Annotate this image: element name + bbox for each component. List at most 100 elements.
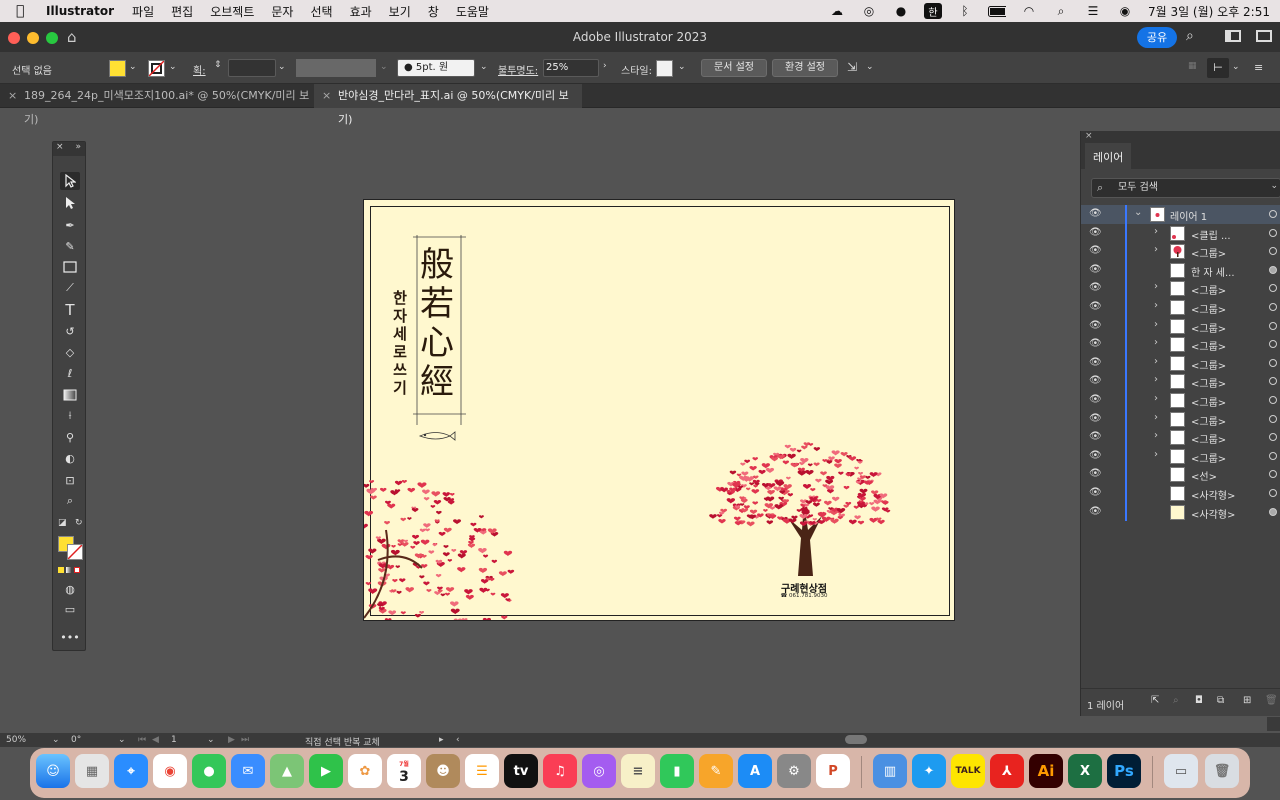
draw-mode-icon[interactable]: ◍ [60, 580, 80, 598]
layer-name[interactable]: <선> [1191, 468, 1261, 483]
file-manager-icon[interactable]: ▥ [873, 754, 907, 788]
close-tab-icon[interactable]: × [322, 84, 331, 108]
layer-row[interactable]: 👁 › <그룹> [1081, 279, 1280, 298]
reminders-icon[interactable]: ☰ [465, 754, 499, 788]
facetime-icon[interactable]: ▶ [309, 754, 343, 788]
target-circle-icon[interactable] [1269, 507, 1277, 516]
messages-status-icon[interactable]: ● [892, 4, 910, 18]
trash-icon[interactable]: 🗑 [1205, 754, 1239, 788]
launchpad-icon[interactable]: ▦ [75, 754, 109, 788]
zoom-dropdown-icon[interactable]: ⌄ [52, 735, 60, 745]
target-circle-icon[interactable] [1269, 396, 1277, 404]
layer-name[interactable]: <그룹> [1191, 394, 1261, 409]
powerpoint-viewer-icon[interactable]: P [816, 754, 850, 788]
opacity-label[interactable]: 불투명도: [498, 62, 538, 77]
visibility-eye-icon[interactable]: 👁 [1089, 245, 1102, 256]
safari-icon[interactable]: ⌖ [114, 754, 148, 788]
gradient-tool-icon[interactable] [60, 386, 80, 404]
rotation-dropdown-icon[interactable]: ⌄ [118, 735, 126, 745]
visibility-eye-icon[interactable]: 👁 [1089, 394, 1102, 405]
style-dropdown-icon[interactable]: ⌄ [678, 62, 686, 72]
menu-file[interactable]: 파일 [132, 3, 154, 20]
acrobat-icon[interactable]: ⅄ [990, 754, 1024, 788]
export-icon[interactable]: ⇱ [1151, 695, 1159, 706]
variable-width-profile[interactable] [296, 59, 376, 77]
last-artboard-icon[interactable]: ⏭ [241, 735, 249, 745]
chrome-icon[interactable]: ◉ [153, 754, 187, 788]
app-store-icon[interactable]: A [738, 754, 772, 788]
new-layer-icon[interactable]: ⊞ [1243, 695, 1251, 706]
lasso-tool-icon[interactable]: ℓ [60, 364, 80, 382]
status-menu-icon[interactable]: ▸ [439, 735, 444, 745]
cc-sync-icon[interactable]: ◎ [860, 4, 878, 18]
layer-row-top-level[interactable]: 👁 ⌄ 레이어 1 [1081, 205, 1280, 224]
excel-icon[interactable]: X [1068, 754, 1102, 788]
visibility-eye-icon[interactable]: 👁 [1089, 431, 1102, 442]
profile-dropdown-icon[interactable]: ⌄ [380, 62, 388, 72]
stroke-dropdown-icon[interactable]: ⌄ [169, 62, 177, 72]
layer-name[interactable]: <사각형> [1191, 506, 1261, 521]
layer-name[interactable]: 레이어 1 [1170, 208, 1240, 223]
layer-row[interactable]: 👁 › <그룹> [1081, 428, 1280, 447]
control-center-icon[interactable]: ☰ [1084, 4, 1102, 18]
layer-row[interactable]: 👁 › <그룹> [1081, 242, 1280, 261]
arrange-dropdown-icon[interactable]: ⌄ [866, 62, 874, 72]
stroke-weight-input[interactable] [228, 59, 276, 77]
downloads-folder-icon[interactable]: ▭ [1164, 754, 1198, 788]
menu-window[interactable]: 창 [428, 3, 439, 20]
target-circle-icon[interactable] [1269, 470, 1277, 479]
gradient-mode-icon[interactable] [66, 567, 72, 573]
visibility-eye-icon[interactable]: 👁 [1089, 375, 1102, 386]
visibility-eye-icon[interactable]: 👁 [1089, 338, 1102, 349]
stroke-weight-dropdown-icon[interactable]: ⌄ [278, 62, 286, 72]
menu-clock[interactable]: 7월 3일 (월) 오후 2:51 [1148, 3, 1270, 20]
layer-name[interactable]: <그룹> [1191, 245, 1261, 260]
visibility-eye-icon[interactable]: 👁 [1089, 450, 1102, 461]
twitter-icon[interactable]: ✦ [912, 754, 946, 788]
messages-icon[interactable]: ● [192, 754, 226, 788]
visibility-eye-icon[interactable]: 👁 [1089, 468, 1102, 479]
paintbrush-tool-icon[interactable]: ⟋ [60, 279, 80, 297]
document-setup-button[interactable]: 문서 설정 [701, 59, 767, 77]
layer-name[interactable]: <그룹> [1191, 320, 1261, 335]
artboard-tool-icon[interactable]: ⊡ [60, 471, 80, 489]
numbers-icon[interactable]: ▮ [660, 754, 694, 788]
target-circle-icon[interactable] [1269, 358, 1277, 367]
target-circle-icon[interactable] [1269, 414, 1277, 423]
tab-document-2[interactable]: × 반야심경_만다라_표지.ai @ 50%(CMYK/미리 보기) [314, 84, 582, 126]
fill-dropdown-icon[interactable]: ⌄ [129, 62, 137, 72]
direct-selection-tool-icon[interactable] [60, 194, 80, 212]
creative-cloud-icon[interactable]: ☁ [828, 4, 846, 18]
target-circle-icon[interactable] [1269, 451, 1277, 460]
share-button[interactable]: 공유 [1137, 27, 1177, 48]
color-mode-icon[interactable] [58, 567, 64, 573]
search-filter-dropdown-icon[interactable]: ⌄ [1270, 181, 1278, 191]
preferences-button[interactable]: 환경 설정 [772, 59, 838, 77]
layer-name[interactable]: 한 자 세... [1191, 264, 1261, 279]
edit-toolbar-icon[interactable]: ••• [60, 628, 80, 646]
control-bar-menu-icon[interactable]: ≡ [1254, 61, 1263, 74]
layer-row[interactable]: 👁 › <그룹> [1081, 372, 1280, 391]
chevron-right-icon[interactable]: › [1154, 356, 1158, 367]
next-artboard-icon[interactable]: ▶ [228, 735, 235, 745]
opacity-expand-icon[interactable]: › [603, 61, 607, 71]
pages-icon[interactable]: ✎ [699, 754, 733, 788]
music-icon[interactable]: ♫ [543, 754, 577, 788]
prev-artboard-icon[interactable]: ◀ [152, 735, 159, 745]
tab-layers[interactable]: 레이어 [1085, 143, 1132, 169]
locate-object-icon[interactable]: ⌕ [1173, 695, 1179, 706]
chevron-right-icon[interactable]: › [1154, 393, 1158, 404]
chevron-right-icon[interactable]: › [1154, 244, 1158, 255]
rectangle-tool-icon[interactable] [60, 258, 80, 276]
visibility-eye-icon[interactable]: 👁 [1089, 282, 1102, 293]
brush-definition[interactable]: ● 5pt. 원 [397, 59, 475, 77]
search-icon[interactable]: ⌕ [1186, 28, 1194, 44]
visibility-eye-icon[interactable]: 👁 [1089, 208, 1102, 219]
layer-name[interactable]: <그룹> [1191, 338, 1261, 353]
zoom-level[interactable]: 50% [6, 735, 26, 745]
spotlight-search-icon[interactable]: ⌕ [1052, 4, 1070, 18]
target-circle-icon[interactable] [1269, 284, 1277, 293]
artboard-dropdown-icon[interactable]: ⌄ [207, 735, 215, 745]
rotation-value[interactable]: 0° [71, 735, 81, 745]
layer-name[interactable]: <그룹> [1191, 357, 1261, 372]
